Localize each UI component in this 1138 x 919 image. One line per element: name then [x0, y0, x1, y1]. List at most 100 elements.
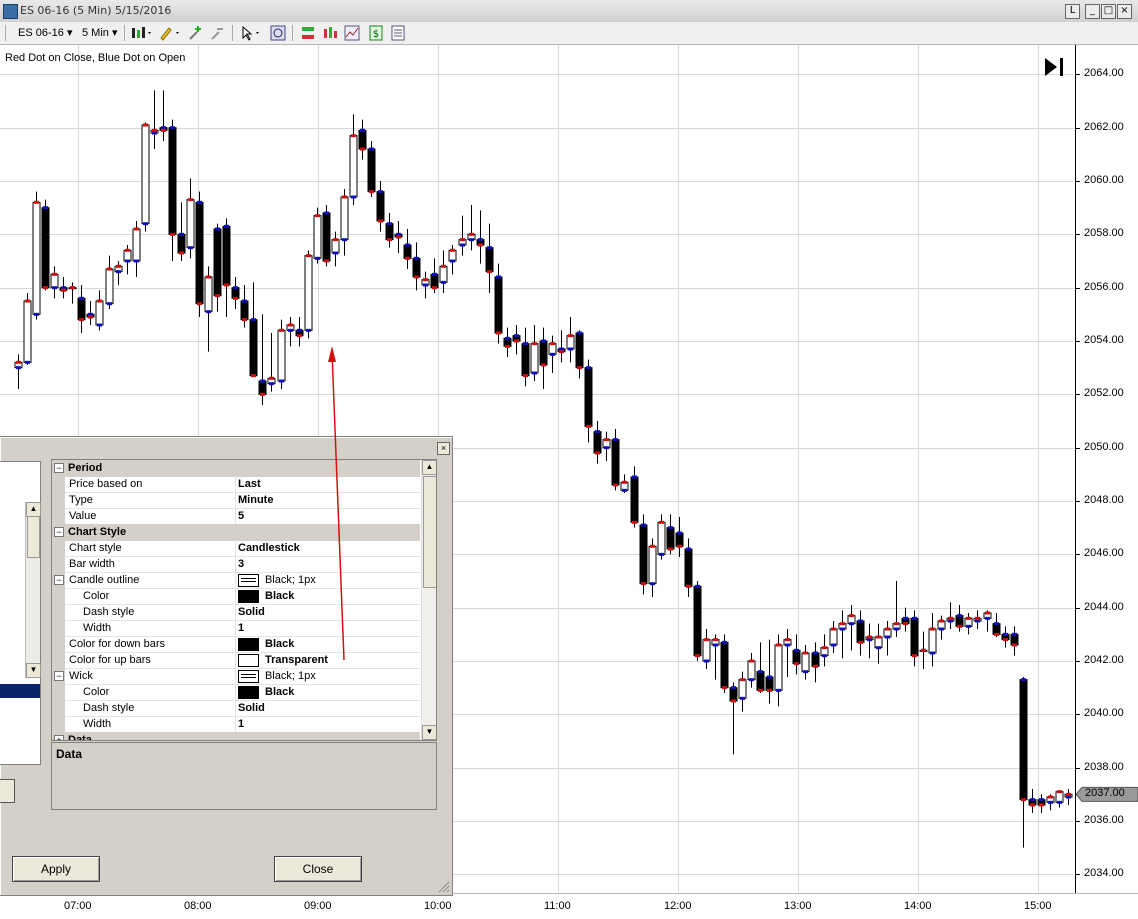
close-dot: [541, 363, 546, 367]
scroll-thumb[interactable]: [27, 516, 40, 558]
dialog-close-icon[interactable]: ×: [437, 442, 450, 455]
close-dot: [215, 294, 220, 298]
row-gutter: [52, 492, 65, 508]
open-dot: [279, 379, 284, 383]
dollar-icon[interactable]: $: [368, 25, 384, 41]
pencil-icon[interactable]: [158, 25, 182, 41]
property-category[interactable]: − Period: [52, 460, 420, 477]
open-dot: [215, 227, 220, 231]
property-value[interactable]: 5: [238, 510, 244, 522]
property-grid[interactable]: − Period Price based on Last Type Minute Value…: [51, 459, 437, 741]
scroll-thumb[interactable]: [423, 476, 436, 588]
open-dot: [632, 475, 637, 479]
row-gutter: [52, 620, 65, 636]
collapse-icon[interactable]: −: [54, 527, 64, 537]
expand-icon[interactable]: +: [54, 735, 64, 740]
property-row[interactable]: Color Black: [52, 684, 420, 701]
bar-type-icon[interactable]: [130, 25, 154, 41]
indicator-list-scrollbar[interactable]: ▲ ▼: [25, 502, 41, 678]
line-style-swatch[interactable]: [238, 670, 259, 683]
instrument-selector[interactable]: ES 06-16 ▾: [18, 26, 72, 39]
property-row[interactable]: Color for up bars Transparent: [52, 652, 420, 669]
close-dot: [1030, 803, 1035, 807]
scroll-down-icon[interactable]: ▼: [26, 663, 41, 678]
property-value[interactable]: Minute: [238, 494, 273, 506]
property-name: Type: [69, 494, 93, 506]
property-value[interactable]: 3: [238, 558, 244, 570]
link-window-button[interactable]: L: [1065, 4, 1080, 19]
strategy-icon[interactable]: [344, 25, 360, 41]
scroll-up-icon[interactable]: ▲: [26, 502, 41, 517]
close-button[interactable]: Close: [274, 856, 362, 882]
collapse-icon[interactable]: −: [54, 575, 64, 585]
property-row[interactable]: − Candle outline Black; 1px: [52, 572, 420, 589]
property-row[interactable]: Width 1: [52, 716, 420, 733]
color-swatch[interactable]: [238, 686, 259, 699]
property-value[interactable]: Last: [238, 478, 261, 490]
property-row[interactable]: Type Minute: [52, 492, 420, 509]
time-tick-label: 14:00: [904, 900, 932, 912]
interval-selector[interactable]: 5 Min ▾: [82, 26, 118, 39]
property-value[interactable]: Solid: [238, 606, 265, 618]
properties-icon[interactable]: [390, 25, 406, 41]
maximize-button[interactable]: □: [1101, 4, 1116, 19]
property-row[interactable]: Value 5: [52, 508, 420, 525]
zoom-in-icon[interactable]: [188, 25, 204, 41]
property-row[interactable]: Bar width 3: [52, 556, 420, 573]
property-value[interactable]: Black; 1px: [265, 574, 316, 586]
open-dot: [659, 552, 664, 556]
property-row[interactable]: Color for down bars Black: [52, 636, 420, 653]
scroll-down-icon[interactable]: ▼: [422, 725, 436, 740]
up-candle: [439, 265, 448, 283]
resize-grip-icon[interactable]: [438, 881, 450, 893]
pointer-icon[interactable]: [240, 25, 264, 41]
order-entry-icon[interactable]: [300, 25, 316, 41]
property-value[interactable]: Black: [265, 638, 294, 650]
color-swatch[interactable]: [238, 590, 259, 603]
property-row[interactable]: Dash style Solid: [52, 700, 420, 717]
scroll-to-end-icon[interactable]: [1043, 57, 1067, 77]
apply-button[interactable]: Apply: [12, 856, 100, 882]
property-category[interactable]: + Data: [52, 732, 420, 740]
color-swatch[interactable]: [238, 638, 259, 651]
property-value[interactable]: Candlestick: [238, 542, 300, 554]
property-value[interactable]: 1: [238, 622, 244, 634]
close-window-button[interactable]: ×: [1117, 4, 1132, 19]
property-value[interactable]: Solid: [238, 702, 265, 714]
indicator-list[interactable]: ▲ ▼: [0, 461, 41, 765]
property-category[interactable]: − Chart Style: [52, 524, 420, 541]
property-value[interactable]: Black; 1px: [265, 670, 316, 682]
property-row[interactable]: − Wick Black; 1px: [52, 668, 420, 685]
scroll-up-icon[interactable]: ▲: [422, 460, 436, 475]
zoom-out-icon[interactable]: [210, 25, 226, 41]
data-box-icon[interactable]: [270, 25, 286, 41]
property-row[interactable]: Dash style Solid: [52, 604, 420, 621]
property-value[interactable]: Black: [265, 590, 294, 602]
property-grid-scrollbar[interactable]: ▲ ▼: [421, 460, 436, 740]
open-dot: [595, 430, 600, 434]
down-candle: [168, 127, 177, 235]
selected-list-item[interactable]: [0, 684, 40, 698]
price-axis[interactable]: 2064.00 2062.00 2060.00 2058.00 2056.00 2054.…: [1075, 45, 1138, 893]
row-gutter: [52, 508, 65, 524]
minimize-button[interactable]: _: [1085, 4, 1100, 19]
indicators-icon[interactable]: [322, 25, 338, 41]
property-row[interactable]: Price based on Last: [52, 476, 420, 493]
property-row[interactable]: Color Black: [52, 588, 420, 605]
open-dot: [97, 323, 102, 327]
open-dot: [496, 275, 501, 279]
collapse-icon[interactable]: −: [54, 671, 64, 681]
down-candle: [675, 532, 684, 547]
property-row[interactable]: Chart style Candlestick: [52, 540, 420, 557]
remove-button[interactable]: [0, 779, 15, 803]
line-style-swatch[interactable]: [238, 574, 259, 587]
property-value[interactable]: 1: [238, 718, 244, 730]
property-value[interactable]: Black: [265, 686, 294, 698]
property-value[interactable]: Transparent: [265, 654, 328, 666]
color-swatch[interactable]: [238, 654, 259, 667]
close-dot: [767, 688, 772, 692]
collapse-icon[interactable]: −: [54, 463, 64, 473]
close-dot: [876, 635, 881, 639]
property-row[interactable]: Width 1: [52, 620, 420, 637]
time-axis[interactable]: 07:00 08:00 09:00 10:00 11:00 12:00 13:00 14:00…: [0, 893, 1138, 919]
